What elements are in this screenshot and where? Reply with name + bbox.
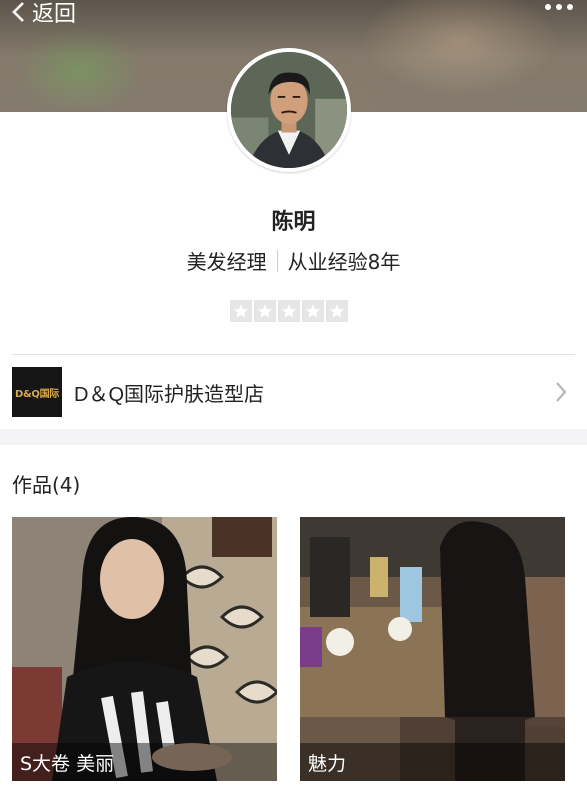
more-dot: [545, 4, 551, 10]
meta-divider: [276, 249, 278, 272]
stylist-title: 美发经理: [186, 250, 267, 274]
stylist-experience: 从业经验8年: [287, 250, 401, 274]
star-icon: [326, 300, 348, 322]
work-card[interactable]: S大卷 美丽: [12, 517, 277, 781]
back-button[interactable]: 返回: [10, 0, 76, 28]
work-card[interactable]: 魅力: [300, 517, 565, 781]
stylist-meta: 美发经理 从业经验8年: [0, 246, 587, 275]
avatar[interactable]: [227, 48, 351, 172]
works-section: 作品(4) S大卷 美丽 魅力: [0, 445, 587, 790]
works-title: 作品(4): [12, 473, 81, 497]
more-button[interactable]: [545, 0, 573, 16]
avatar-photo: [231, 52, 347, 168]
more-dot: [567, 4, 573, 10]
chevron-left-icon: [12, 2, 24, 22]
rating-stars: [230, 300, 348, 322]
work-caption: 魅力: [300, 743, 565, 781]
shop-logo: D&Q国际: [12, 367, 62, 417]
shop-link[interactable]: D&Q国际 D＆Q国际护肤造型店: [0, 355, 587, 429]
work-photo: [12, 517, 277, 781]
star-icon: [278, 300, 300, 322]
star-icon: [254, 300, 276, 322]
shop-name: D＆Q国际护肤造型店: [74, 383, 264, 406]
star-icon: [230, 300, 252, 322]
stylist-name: 陈明: [271, 210, 316, 235]
more-dot: [556, 4, 562, 10]
work-photo: [300, 517, 565, 781]
back-label: 返回: [32, 2, 77, 27]
star-icon: [302, 300, 324, 322]
work-caption: S大卷 美丽: [12, 743, 277, 781]
chevron-right-icon: [556, 382, 567, 402]
